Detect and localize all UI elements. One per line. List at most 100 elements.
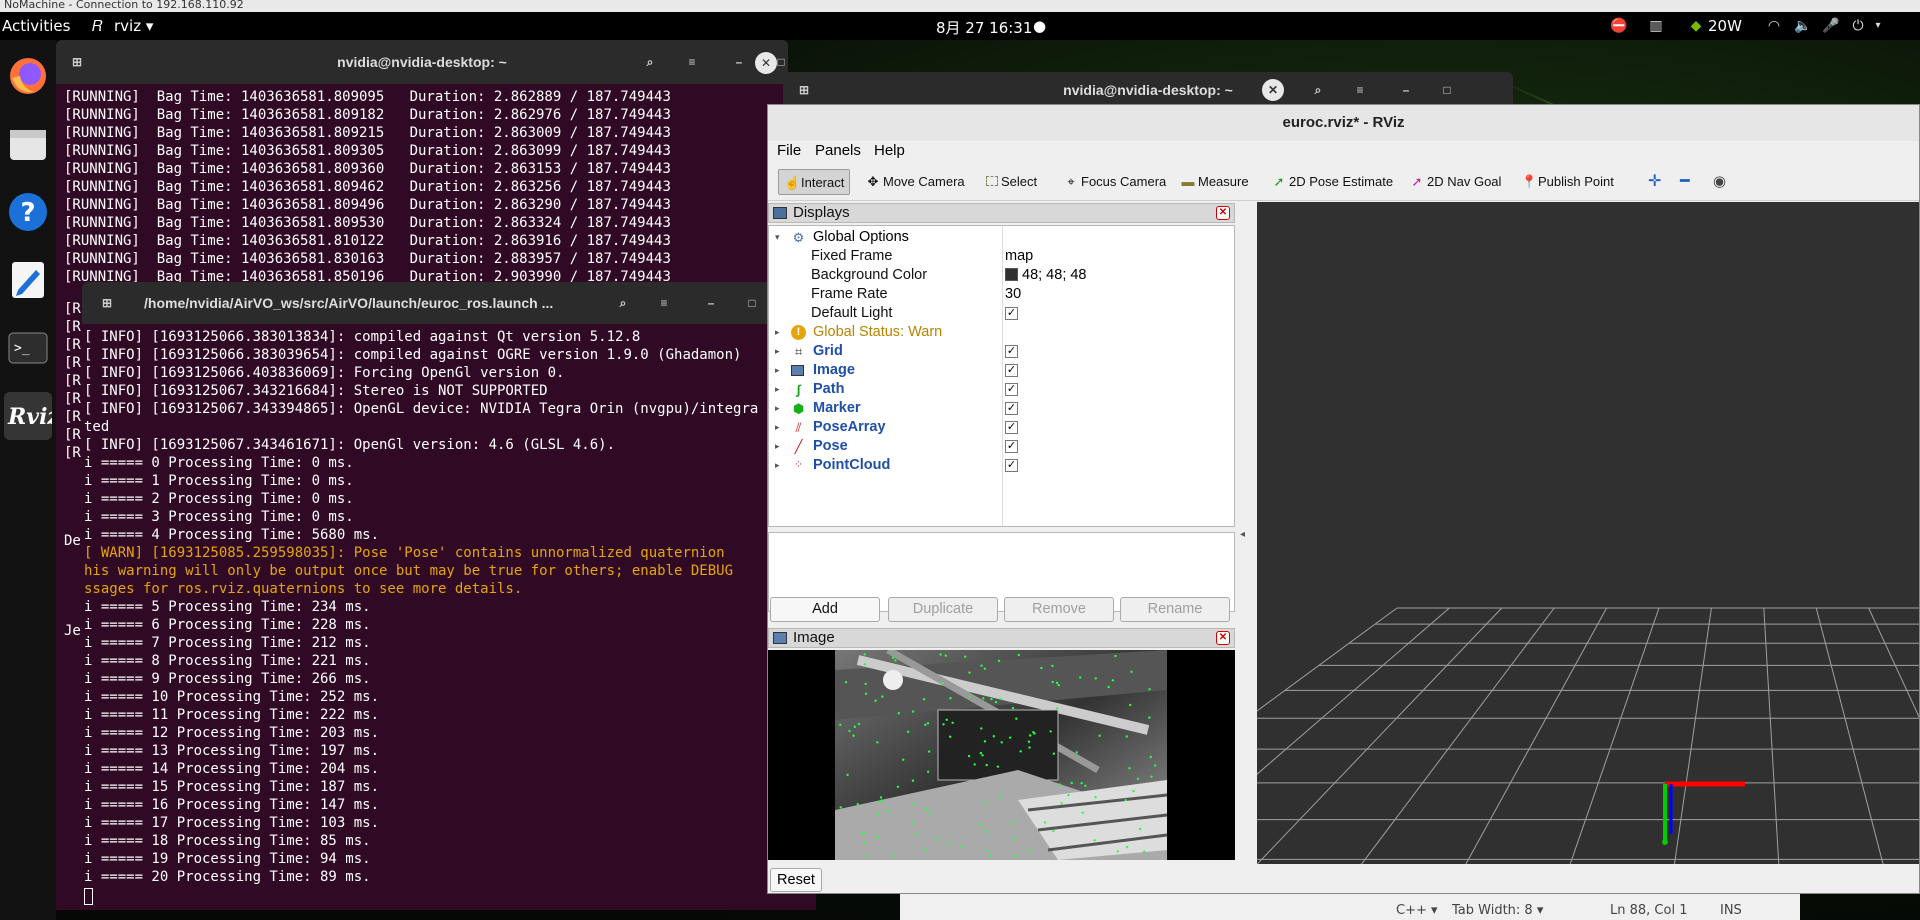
chevron-right-icon[interactable]: ▸ <box>775 342 785 361</box>
default-light-checkbox[interactable]: ✓ <box>1005 307 1018 320</box>
search-icon[interactable]: ⌕ <box>1307 79 1329 101</box>
nomachine-window-controls[interactable] <box>1800 0 1920 12</box>
remove-tool-button[interactable]: ━ <box>1680 169 1690 195</box>
tree-row-default-light[interactable]: Default Light ✓ <box>769 304 1234 323</box>
editor-cursor-position[interactable]: Ln 88, Col 1 <box>1610 903 1687 918</box>
power-icon[interactable]: ⏻ <box>1850 18 1866 34</box>
tool-move-camera[interactable]: ✥ Move Camera <box>866 169 965 195</box>
maximize-icon[interactable]: □ <box>741 292 763 314</box>
hamburger-menu-icon[interactable]: ≡ <box>681 51 703 73</box>
tree-row-global-status[interactable]: ▸ ! Global Status: Warn <box>769 323 1234 342</box>
minimize-icon[interactable]: – <box>700 292 722 314</box>
power-mode-label[interactable]: 20W <box>1708 17 1742 35</box>
path-checkbox[interactable]: ✓ <box>1005 383 1018 396</box>
terminal-titlebar[interactable]: ⊞ /home/nvidia/AirVO_ws/src/AirVO/launch… <box>82 282 816 324</box>
editor-language-selector[interactable]: C++ ▾ <box>1396 903 1438 918</box>
tree-row-grid[interactable]: ▸ ⌗ Grid ✓ <box>769 342 1234 361</box>
frame-rate-value[interactable]: 30 <box>1005 285 1021 304</box>
volume-icon[interactable]: 🔈 <box>1794 18 1811 34</box>
tree-row-pose[interactable]: ▸ ╱ Pose ✓ <box>769 437 1234 456</box>
image-checkbox[interactable]: ✓ <box>1005 364 1018 377</box>
hamburger-menu-icon[interactable]: ≡ <box>1349 79 1371 101</box>
wifi-icon[interactable]: ◠ <box>1766 18 1782 34</box>
chevron-right-icon[interactable]: ▸ <box>775 418 785 437</box>
tool-2d-pose-estimate[interactable]: ➚ 2D Pose Estimate <box>1272 169 1394 195</box>
tree-row-pointcloud[interactable]: ▸ ⁘ PointCloud ✓ <box>769 456 1234 475</box>
posearray-checkbox[interactable]: ✓ <box>1005 421 1018 434</box>
duplicate-display-button[interactable]: Duplicate <box>888 597 998 622</box>
system-monitor-icon[interactable]: ▥ <box>1648 18 1664 34</box>
minimize-icon[interactable]: – <box>728 51 750 73</box>
chevron-right-icon[interactable]: ▸ <box>775 437 785 456</box>
grid-checkbox[interactable]: ✓ <box>1005 345 1018 358</box>
close-icon[interactable]: ✕ <box>1216 631 1230 645</box>
terminal-window-bag[interactable]: ⊞ nvidia@nvidia-desktop: ~ ⌕ ≡ – □ [RUNN… <box>56 40 788 300</box>
fixed-frame-value[interactable]: map <box>1005 247 1033 266</box>
dock-text-editor[interactable] <box>4 256 52 304</box>
dock-rviz[interactable]: Rviz <box>4 392 60 440</box>
terminal-window-roslaunch[interactable]: ⊞ /home/nvidia/AirVO_ws/src/AirVO/launch… <box>82 282 816 910</box>
pointcloud-checkbox[interactable]: ✓ <box>1005 459 1018 472</box>
chevron-right-icon[interactable]: ▸ <box>775 380 785 399</box>
chevron-right-icon[interactable]: ▸ <box>775 323 785 342</box>
tree-row-frame-rate[interactable]: Frame Rate 30 <box>769 285 1234 304</box>
menu-file[interactable]: File <box>777 142 801 159</box>
add-tool-button[interactable]: ✛ <box>1648 169 1661 195</box>
chevron-down-icon[interactable]: ▾ <box>775 228 785 247</box>
hamburger-menu-icon[interactable]: ≡ <box>653 292 675 314</box>
search-icon[interactable]: ⌕ <box>612 292 634 314</box>
editor-tab-width-selector[interactable]: Tab Width: 8 ▾ <box>1452 903 1543 918</box>
background-color-value[interactable]: 48; 48; 48 <box>1005 266 1087 285</box>
displays-panel-header[interactable]: Displays ✕ <box>768 203 1235 223</box>
microphone-icon[interactable]: 🎤 <box>1822 18 1839 34</box>
terminal-titlebar[interactable]: ⊞ nvidia@nvidia-desktop: ~ ⌕ ≡ – □ ✕ <box>783 72 1513 108</box>
search-icon[interactable]: ⌕ <box>639 51 661 73</box>
add-display-button[interactable]: Add <box>770 597 880 622</box>
tree-row-global-options[interactable]: ▾ ⚙ Global Options <box>769 228 1234 247</box>
activities-button[interactable]: Activities <box>2 17 70 35</box>
stop-sign-icon[interactable]: ⛔ <box>1610 18 1627 34</box>
close-icon[interactable]: ✕ <box>755 52 777 74</box>
dock-help[interactable]: ? <box>4 188 52 236</box>
3d-render-viewport[interactable] <box>1257 202 1919 864</box>
tool-publish-point[interactable]: 📍Publish Point <box>1521 169 1614 195</box>
menu-help[interactable]: Help <box>874 142 905 159</box>
terminal-window-second[interactable]: ⊞ nvidia@nvidia-desktop: ~ ⌕ ≡ – □ ✕ <box>783 72 1513 108</box>
chevron-right-icon[interactable]: ▸ <box>775 361 785 380</box>
tree-row-posearray[interactable]: ▸ ⫽ PoseArray ✓ <box>769 418 1234 437</box>
chevron-right-icon[interactable]: ▸ <box>775 456 785 475</box>
tree-row-background-color[interactable]: Background Color 48; 48; 48 <box>769 266 1234 285</box>
dock-firefox[interactable] <box>4 52 52 100</box>
maximize-icon[interactable]: □ <box>1436 79 1458 101</box>
image-panel-header[interactable]: Image ✕ <box>768 628 1235 648</box>
rviz-window[interactable]: euroc.rviz* - RViz File Panels Help ☝Int… <box>767 104 1920 894</box>
pose-checkbox[interactable]: ✓ <box>1005 440 1018 453</box>
dock-terminal[interactable]: >_ <box>4 324 52 372</box>
chevron-left-icon[interactable]: ◂ <box>1240 529 1245 540</box>
menu-panels[interactable]: Panels <box>815 142 861 159</box>
tool-select[interactable]: Select <box>986 169 1037 195</box>
close-icon[interactable]: ✕ <box>1262 79 1284 101</box>
close-icon[interactable]: ✕ <box>1216 206 1230 220</box>
tool-interact[interactable]: ☝Interact <box>778 169 851 195</box>
tree-row-path[interactable]: ▸ ∫ Path ✓ <box>769 380 1234 399</box>
tree-row-marker[interactable]: ▸ ⬢ Marker ✓ <box>769 399 1234 418</box>
clock[interactable]: 8月 27 16:31 <box>936 17 1032 38</box>
rename-display-button[interactable]: Rename <box>1120 597 1230 622</box>
chevron-right-icon[interactable]: ▸ <box>775 399 785 418</box>
chevron-down-icon[interactable]: ▾ <box>1870 18 1886 34</box>
tool-2d-nav-goal[interactable]: ➚ 2D Nav Goal <box>1410 169 1502 195</box>
new-tab-icon[interactable]: ⊞ <box>96 292 118 314</box>
rviz-titlebar[interactable]: euroc.rviz* - RViz <box>768 105 1919 141</box>
marker-checkbox[interactable]: ✓ <box>1005 402 1018 415</box>
tree-row-image[interactable]: ▸ Image ✓ <box>769 361 1234 380</box>
tool-focus-camera[interactable]: ⌖ Focus Camera <box>1064 169 1166 195</box>
dock-files[interactable] <box>4 120 52 168</box>
camera-image-view[interactable] <box>768 650 1235 860</box>
terminal-titlebar[interactable]: ⊞ nvidia@nvidia-desktop: ~ ⌕ ≡ – □ <box>56 40 788 84</box>
tree-row-fixed-frame[interactable]: Fixed Frame map <box>769 247 1234 266</box>
tool-properties-button[interactable]: ◉ <box>1713 169 1726 195</box>
tool-measure[interactable]: ▬ Measure <box>1181 169 1249 195</box>
minimize-icon[interactable]: – <box>1395 79 1417 101</box>
remove-display-button[interactable]: Remove <box>1004 597 1114 622</box>
